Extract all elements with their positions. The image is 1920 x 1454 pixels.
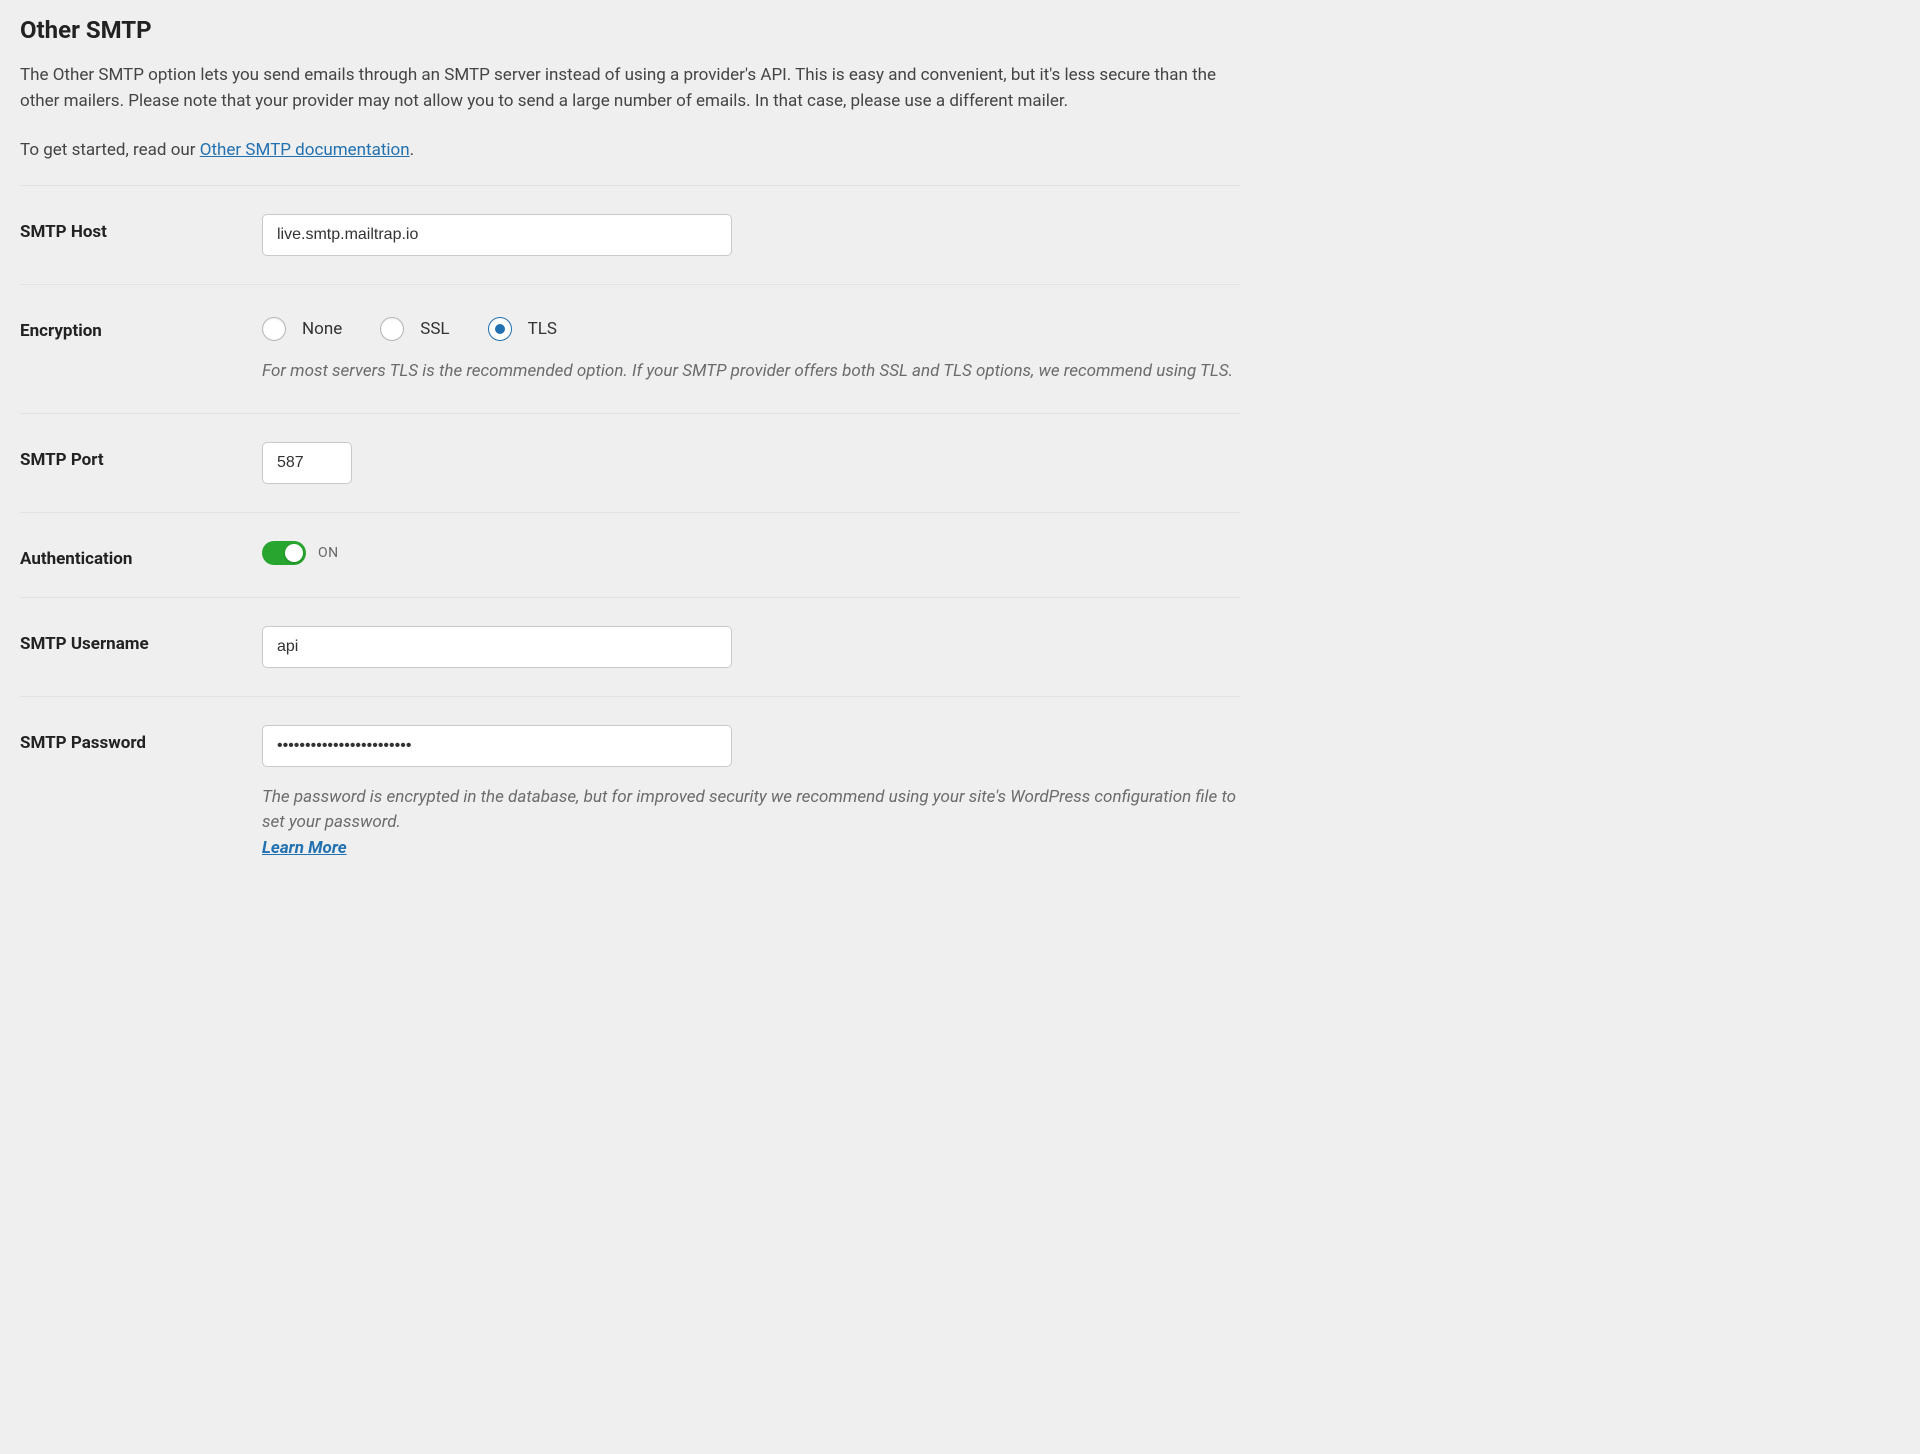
encryption-radio-group: None SSL TLS bbox=[262, 317, 1240, 341]
encryption-help: For most servers TLS is the recommended … bbox=[262, 359, 1240, 385]
intro-cta-prefix: To get started, read our bbox=[20, 140, 200, 160]
password-help-text: The password is encrypted in the databas… bbox=[262, 787, 1236, 833]
learn-more-link[interactable]: Learn More bbox=[262, 838, 347, 858]
encryption-option-tls[interactable]: TLS bbox=[488, 317, 557, 341]
radio-icon bbox=[488, 317, 512, 341]
smtp-port-input[interactable] bbox=[262, 442, 352, 484]
row-authentication: Authentication ON bbox=[20, 512, 1240, 597]
intro-cta: To get started, read our Other SMTP docu… bbox=[20, 137, 1240, 163]
row-smtp-port: SMTP Port bbox=[20, 413, 1240, 512]
smtp-password-input[interactable] bbox=[262, 725, 732, 767]
section-intro: The Other SMTP option lets you send emai… bbox=[20, 62, 1240, 163]
authentication-toggle[interactable] bbox=[262, 541, 306, 565]
intro-description: The Other SMTP option lets you send emai… bbox=[20, 62, 1240, 115]
radio-label: TLS bbox=[528, 319, 557, 339]
section-title: Other SMTP bbox=[20, 16, 1240, 44]
label-smtp-port: SMTP Port bbox=[20, 450, 104, 470]
other-smtp-section: Other SMTP The Other SMTP option lets yo… bbox=[0, 0, 1260, 929]
row-encryption: Encryption None SSL TLS F bbox=[20, 284, 1240, 413]
toggle-knob-icon bbox=[285, 544, 303, 562]
label-authentication: Authentication bbox=[20, 549, 132, 569]
smtp-username-input[interactable] bbox=[262, 626, 732, 668]
radio-icon bbox=[262, 317, 286, 341]
intro-cta-suffix: . bbox=[410, 140, 414, 160]
authentication-state: ON bbox=[318, 545, 339, 561]
smtp-host-input[interactable] bbox=[262, 214, 732, 256]
label-smtp-host: SMTP Host bbox=[20, 222, 107, 242]
smtp-password-help: The password is encrypted in the databas… bbox=[262, 785, 1240, 862]
label-smtp-password: SMTP Password bbox=[20, 733, 146, 753]
radio-label: SSL bbox=[420, 319, 449, 339]
row-smtp-username: SMTP Username bbox=[20, 597, 1240, 696]
encryption-option-ssl[interactable]: SSL bbox=[380, 317, 449, 341]
radio-icon bbox=[380, 317, 404, 341]
label-encryption: Encryption bbox=[20, 321, 102, 341]
radio-label: None bbox=[302, 319, 342, 339]
label-smtp-username: SMTP Username bbox=[20, 634, 149, 654]
row-smtp-password: SMTP Password The password is encrypted … bbox=[20, 696, 1240, 890]
documentation-link[interactable]: Other SMTP documentation bbox=[200, 140, 410, 160]
row-smtp-host: SMTP Host bbox=[20, 185, 1240, 284]
encryption-option-none[interactable]: None bbox=[262, 317, 342, 341]
